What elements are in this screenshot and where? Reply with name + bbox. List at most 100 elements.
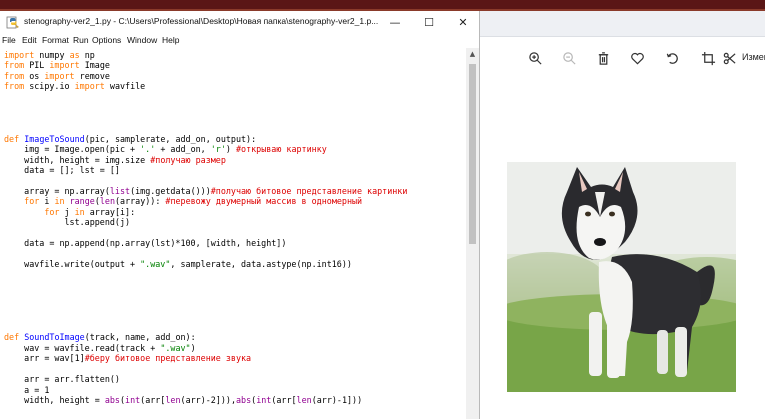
- code-token: import: [74, 81, 105, 92]
- code-token: def: [4, 332, 20, 343]
- scrollbar-thumb[interactable]: [469, 64, 476, 244]
- code-token: '.': [140, 144, 156, 155]
- code-token: import: [44, 70, 75, 81]
- code-line[interactable]: data = []; lst = []: [4, 165, 120, 175]
- code-line[interactable]: def SoundToImage(track, name, add_on):: [4, 332, 196, 342]
- code-token: data = np.append(np.array(lst)*100, [wid…: [4, 238, 287, 249]
- vertical-scrollbar[interactable]: ▲: [466, 48, 479, 419]
- code-line[interactable]: from PIL import Image: [4, 60, 110, 70]
- code-line[interactable]: wavfile.write(output + ".wav", samplerat…: [4, 259, 352, 269]
- code-token: in: [54, 196, 65, 207]
- code-editor[interactable]: import numpy as np from PIL import Image…: [4, 50, 464, 419]
- code-token: #получаю битовое представление картинки: [210, 185, 408, 196]
- code-token: ".wav": [160, 342, 191, 353]
- code-token: np: [79, 50, 95, 60]
- close-button[interactable]: ✕: [446, 11, 480, 33]
- code-line[interactable]: lst.append(j): [4, 217, 131, 228]
- code-token: lst.append(j): [4, 217, 131, 228]
- code-line[interactable]: width, height = abs(int(arr[len(arr)-2])…: [4, 395, 362, 405]
- edit-icon[interactable]: [720, 44, 738, 72]
- code-token: ".wav": [140, 259, 171, 270]
- code-token: list: [109, 185, 131, 196]
- code-token: arr = arr.flatten(): [4, 374, 120, 385]
- code-token: from: [4, 81, 25, 92]
- code-line[interactable]: width, height = img.size #получаю размер: [4, 155, 226, 165]
- minimize-button[interactable]: —: [378, 11, 412, 33]
- code-token: (arr)-2])),: [180, 394, 236, 405]
- code-token: 'r': [210, 144, 226, 155]
- menu-bar: File Edit Format Run Options Window Help: [0, 34, 479, 48]
- code-token: wavfile: [104, 81, 146, 92]
- code-token: j: [59, 206, 75, 217]
- code-token: wavfile.write(output +: [4, 259, 141, 270]
- code-token: #открываю картинку: [235, 144, 327, 155]
- code-line[interactable]: array = np.array(list(img.getdata()))#по…: [4, 186, 407, 196]
- code-token: len: [165, 394, 181, 405]
- code-token: (arr)-1])): [311, 394, 363, 405]
- menu-file[interactable]: File: [2, 35, 16, 45]
- code-token: for: [44, 206, 60, 217]
- code-token: (array)):: [115, 196, 166, 207]
- code-token: for: [24, 196, 40, 207]
- code-token: ImageToSound: [24, 133, 85, 144]
- code-line[interactable]: arr = wav[1]#беру битовое представление …: [4, 353, 251, 363]
- code-token: (track, name, add_on):: [84, 332, 196, 343]
- code-line[interactable]: def ImageToSound(pic, samplerate, add_on…: [4, 134, 256, 144]
- code-token: wav = wavfile.read(track +: [4, 342, 161, 353]
- code-token: (pic, samplerate, add_on, output):: [84, 133, 257, 144]
- trash-icon[interactable]: [594, 44, 612, 72]
- code-token: import: [49, 60, 80, 71]
- code-token: (arr[: [271, 394, 297, 405]
- code-token: #беру битовое представление звука: [84, 353, 252, 364]
- photo-viewer-toolbar: Измен: [480, 44, 765, 72]
- window-title: stenography-ver2_1.py - C:\Users\Profess…: [24, 16, 379, 26]
- code-line[interactable]: for i in range(len(array)): #перевожу дв…: [4, 196, 362, 206]
- code-line[interactable]: arr = arr.flatten(): [4, 374, 120, 384]
- code-token: i: [39, 196, 55, 207]
- menu-format[interactable]: Format: [42, 35, 69, 45]
- code-token: len: [99, 196, 115, 207]
- menu-run[interactable]: Run: [73, 35, 89, 45]
- code-token: scipy.io: [24, 81, 75, 92]
- code-token: remove: [74, 70, 110, 81]
- code-line[interactable]: from os import remove: [4, 71, 110, 81]
- menu-help[interactable]: Help: [162, 35, 179, 45]
- edit-button-label[interactable]: Измен: [742, 52, 765, 62]
- code-token: img = Image.open(pic +: [4, 144, 141, 155]
- code-token: range: [69, 196, 95, 207]
- menu-options[interactable]: Options: [92, 35, 121, 45]
- code-token: arr = wav[1]: [4, 353, 85, 364]
- code-text[interactable]: import numpy as np from PIL import Image…: [4, 50, 464, 405]
- code-line[interactable]: img = Image.open(pic + '.' + add_on, 'r'…: [4, 144, 327, 154]
- scroll-up-arrow-icon[interactable]: ▲: [466, 50, 479, 62]
- husky-photo: [507, 162, 736, 392]
- photo-viewer-window: Измен: [480, 11, 765, 419]
- code-token: , samplerate, data.astype(np.int16)): [170, 259, 352, 270]
- python-file-icon: [6, 16, 19, 29]
- top-border: [0, 0, 765, 11]
- code-token: data = []; lst = []: [4, 164, 120, 175]
- rotate-icon[interactable]: [663, 44, 681, 72]
- heart-icon[interactable]: [628, 44, 646, 72]
- menu-window[interactable]: Window: [127, 35, 157, 45]
- maximize-button[interactable]: ☐: [412, 11, 446, 33]
- husky-dog-illustration: [507, 162, 736, 392]
- crop-icon[interactable]: [699, 44, 717, 72]
- zoom-in-icon[interactable]: [526, 44, 544, 72]
- code-line[interactable]: data = np.append(np.array(lst)*100, [wid…: [4, 238, 286, 248]
- code-token: PIL: [24, 60, 50, 71]
- code-line[interactable]: wav = wavfile.read(track + ".wav"): [4, 342, 195, 353]
- code-line[interactable]: a = 1: [4, 385, 49, 395]
- code-line[interactable]: from scipy.io import wavfile: [4, 81, 145, 91]
- code-line[interactable]: for j in array[i]:: [4, 207, 135, 217]
- photo-viewer-titlebar: [480, 11, 765, 37]
- menu-edit[interactable]: Edit: [22, 35, 37, 45]
- code-token: SoundToImage: [24, 332, 85, 343]
- code-token: os: [24, 70, 45, 81]
- code-token: #перевожу двумерный массив в одномерный: [165, 196, 363, 207]
- code-line[interactable]: import numpy as np: [4, 50, 95, 60]
- zoom-out-icon[interactable]: [560, 44, 578, 72]
- code-token: a = 1: [4, 384, 50, 395]
- code-token: width, height =: [4, 394, 105, 405]
